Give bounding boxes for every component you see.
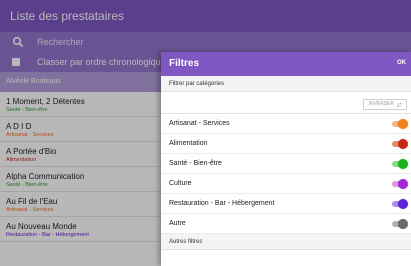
filter-panel-header: Filtres OK bbox=[161, 52, 411, 76]
toggle-knob bbox=[398, 179, 408, 189]
filter-label: Culture bbox=[169, 180, 192, 187]
other-filters-section: Autres filtres bbox=[161, 234, 411, 250]
filter-row: Alimentation bbox=[161, 134, 411, 154]
filter-row: Autre bbox=[161, 214, 411, 234]
filter-panel-title: Filtres bbox=[169, 58, 200, 69]
filter-label: Santé - Bien-être bbox=[169, 160, 222, 167]
swap-icon bbox=[396, 102, 402, 107]
filter-row: Restauration - Bar - Hébergement bbox=[161, 194, 411, 214]
filter-row: Artisanat - Services bbox=[161, 114, 411, 134]
filter-label: Restauration - Bar - Hébergement bbox=[169, 200, 275, 207]
filter-toggle[interactable] bbox=[392, 179, 408, 189]
filter-panel: Filtres OK Filtrer par catégories INVERS… bbox=[161, 52, 411, 266]
toggle-knob bbox=[398, 159, 408, 169]
filter-toggle[interactable] bbox=[392, 119, 408, 129]
invert-button[interactable]: INVERSER bbox=[363, 99, 407, 110]
category-filter-section: Filtrer par catégories bbox=[161, 76, 411, 92]
filter-toggle[interactable] bbox=[392, 159, 408, 169]
category-filter-heading: Filtrer par catégories bbox=[169, 81, 225, 87]
filter-label: Autre bbox=[169, 220, 186, 227]
filter-row: Culture bbox=[161, 174, 411, 194]
filter-row: Santé - Bien-être bbox=[161, 154, 411, 174]
toggle-knob bbox=[398, 139, 408, 149]
other-filters-heading: Autres filtres bbox=[169, 239, 203, 245]
invert-row: INVERSER bbox=[161, 94, 411, 114]
filter-toggle[interactable] bbox=[392, 139, 408, 149]
toggle-knob bbox=[398, 119, 408, 129]
filter-label: Alimentation bbox=[169, 140, 208, 147]
toggle-knob bbox=[398, 219, 408, 229]
toggle-knob bbox=[398, 199, 408, 209]
filter-toggle[interactable] bbox=[392, 199, 408, 209]
ok-button[interactable]: OK bbox=[397, 60, 406, 66]
invert-button-label: INVERSER bbox=[368, 101, 394, 107]
filter-label: Artisanat - Services bbox=[169, 120, 230, 127]
filter-toggle[interactable] bbox=[392, 219, 408, 229]
